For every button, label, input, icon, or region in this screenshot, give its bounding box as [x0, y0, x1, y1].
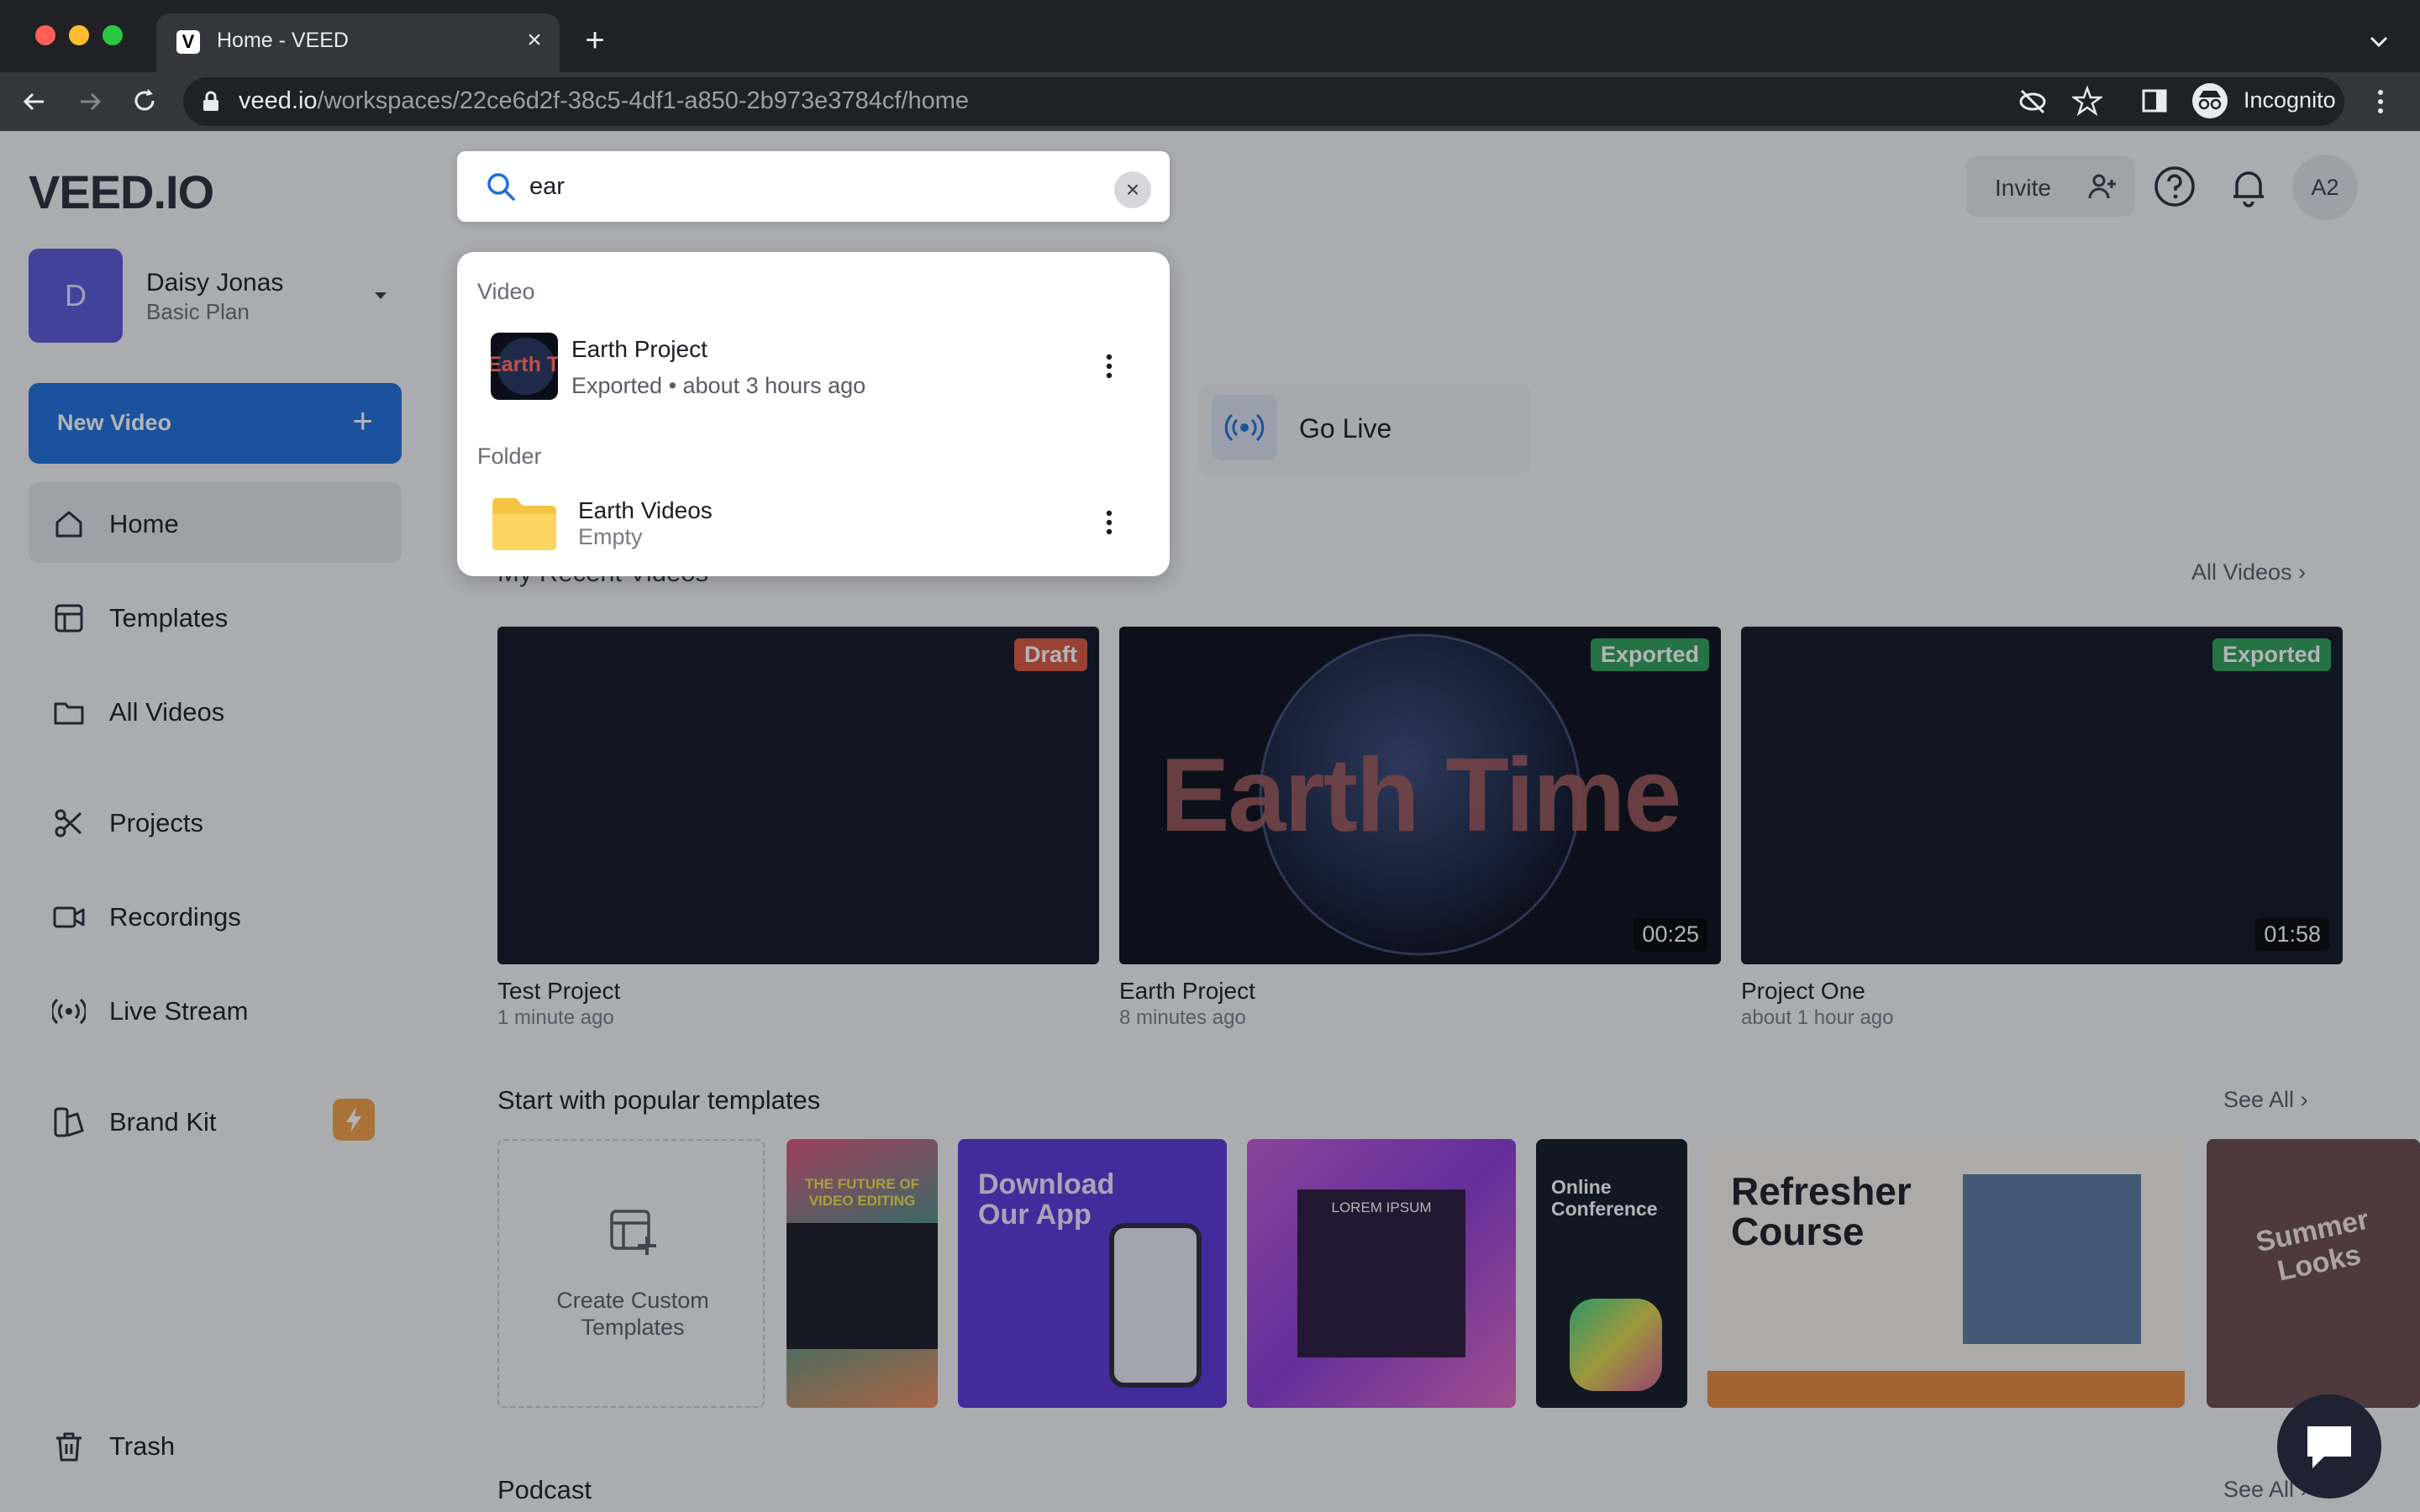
back-icon[interactable] [20, 87, 49, 116]
clear-icon[interactable]: × [1114, 171, 1151, 208]
incognito-icon [2192, 83, 2228, 118]
result-subtitle: Exported • about 3 hours ago [571, 373, 866, 398]
result-thumbnail: Earth Time [491, 333, 558, 400]
minimize-window-button[interactable] [69, 25, 89, 45]
modal-backdrop[interactable] [0, 131, 2420, 1512]
lock-icon [203, 91, 218, 111]
folder-icon [492, 498, 556, 550]
new-tab-icon[interactable]: + [578, 24, 612, 57]
result-subtitle: Empty [578, 524, 643, 549]
chat-button[interactable] [2277, 1394, 2381, 1499]
result-thumb-text: Earth Time [491, 353, 558, 376]
kebab-icon[interactable] [1101, 507, 1118, 538]
search-icon [487, 173, 515, 201]
chat-icon [2307, 1426, 2351, 1468]
sidebar-panel-icon[interactable] [2141, 87, 2168, 114]
star-icon[interactable] [2072, 86, 2102, 116]
kebab-icon[interactable] [1101, 351, 1118, 381]
reload-icon[interactable] [129, 86, 160, 116]
result-title: Earth Project [571, 336, 708, 362]
close-window-button[interactable] [35, 25, 55, 45]
maximize-window-button[interactable] [103, 25, 123, 45]
tab-close-icon[interactable]: × [521, 27, 548, 54]
forward-icon[interactable] [76, 87, 104, 116]
url-text[interactable]: veed.io/workspaces/22ce6d2f-38c5-4df1-a8… [239, 87, 969, 115]
browser-menu-icon[interactable] [2375, 87, 2386, 116]
eye-off-icon[interactable] [2018, 87, 2047, 116]
tab-title: Home - VEED [217, 29, 349, 52]
result-title: Earth Videos [578, 497, 713, 523]
chevron-down-icon[interactable] [2366, 29, 2391, 54]
veed-favicon: V [176, 30, 200, 54]
search-input[interactable] [529, 168, 1101, 205]
results-group-label: Video [477, 279, 535, 304]
incognito-label: Incognito [2244, 87, 2336, 113]
results-group-label: Folder [477, 444, 542, 469]
